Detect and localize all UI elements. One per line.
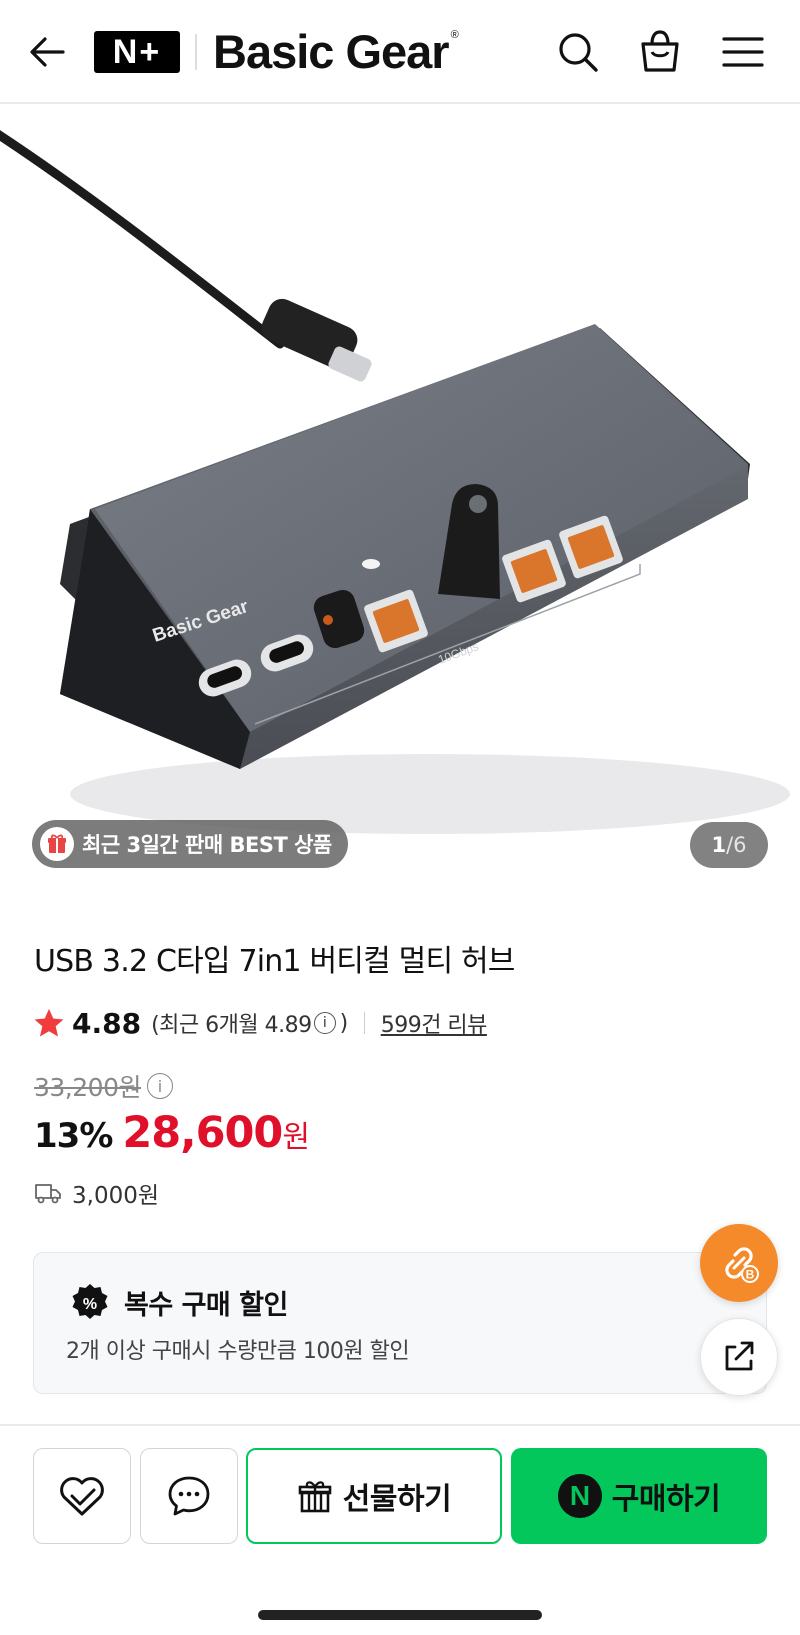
pager-current: 1 — [711, 833, 727, 857]
gift-label: 선물하기 — [342, 1482, 452, 1517]
logo-divider — [195, 34, 197, 70]
buy-button[interactable]: N 구매하기 — [511, 1448, 767, 1544]
svg-text:B: B — [746, 1268, 755, 1282]
back-button[interactable] — [22, 28, 72, 76]
sale-price: 28,600 — [122, 1108, 283, 1158]
product-image-carousel[interactable]: Basic Gear 10Gbps 최근 3일간 판매 BEST 상품 1/6 — [0, 104, 800, 894]
original-price: 33,200원 — [34, 1073, 141, 1102]
share-button[interactable] — [700, 1318, 778, 1396]
product-image: Basic Gear 10Gbps — [0, 130, 790, 834]
registered-mark: ® — [450, 29, 459, 41]
share-icon — [725, 1341, 754, 1371]
shipping-fee: 3,000원 — [72, 1183, 160, 1209]
blog-link-button[interactable]: B — [700, 1224, 778, 1302]
rating-score: 4.88 — [72, 1006, 142, 1040]
svg-text:%: % — [83, 1296, 97, 1313]
review-count-link[interactable]: 599건 리뷰 — [381, 1007, 488, 1039]
divider — [363, 1012, 365, 1034]
sale-price-row: 13% 28,600 원 — [34, 1108, 310, 1158]
pager-separator: / — [726, 833, 734, 857]
star-icon — [34, 1008, 64, 1037]
chat-bubble-icon — [168, 1476, 210, 1516]
gift-button[interactable]: 선물하기 — [246, 1448, 502, 1544]
wishlist-button[interactable] — [33, 1448, 131, 1544]
info-icon[interactable]: i — [313, 1012, 336, 1034]
recent-rating: (최근 6개월 4.89 i) — [151, 1007, 348, 1039]
delivery-truck-icon — [35, 1184, 61, 1204]
pager-total: 6 — [733, 833, 747, 857]
brand-store-name[interactable]: Basic Gear ® — [213, 20, 459, 82]
gift-box-icon — [40, 827, 74, 861]
product-title: USB 3.2 C타입 7in1 버티컬 멀티 허브 — [34, 944, 515, 979]
rating-row: 4.88 (최근 6개월 4.89 i) 599건 리뷰 — [32, 1004, 487, 1042]
original-price-row: 33,200원 i — [34, 1068, 177, 1104]
hamburger-menu-icon — [722, 37, 764, 67]
shopping-bag-icon — [641, 30, 679, 72]
naver-pay-n-icon: N — [557, 1474, 602, 1518]
search-button[interactable] — [552, 26, 604, 78]
naver-plus-logo[interactable]: N+ — [94, 31, 180, 73]
image-pager: 1/6 — [690, 822, 768, 868]
home-indicator[interactable] — [258, 1610, 542, 1620]
shipping-fee-row: 3,000원 — [34, 1176, 159, 1210]
cart-button[interactable] — [634, 24, 686, 78]
recent-rating-text: (최근 6개월 4.89 — [151, 1013, 312, 1038]
back-arrow-icon — [30, 37, 65, 67]
promo-description: 2개 이상 구매시 수량만큼 100원 할인 — [66, 1339, 410, 1364]
recent-rating-close: ) — [339, 1010, 349, 1036]
percent-badge-icon: % — [72, 1284, 108, 1319]
gift-icon — [298, 1481, 332, 1513]
price-info-icon[interactable]: i — [146, 1073, 173, 1099]
top-header: N+ Basic Gear ® — [0, 0, 800, 104]
price-unit: 원 — [282, 1120, 310, 1155]
multi-purchase-discount-box: % 복수 구매 할인 2개 이상 구매시 수량만큼 100원 할인 — [33, 1252, 767, 1394]
buy-label: 구매하기 — [611, 1482, 721, 1517]
logo-text: N+ — [112, 32, 162, 71]
link-b-icon: B — [725, 1247, 759, 1283]
heart-check-icon — [60, 1477, 104, 1516]
brand-name: Basic Gear — [213, 24, 450, 78]
discount-rate: 13% — [34, 1116, 113, 1156]
best-seller-text: 최근 3일간 판매 BEST 상품 — [82, 833, 332, 857]
search-icon — [559, 33, 598, 72]
talk-button[interactable] — [140, 1448, 238, 1544]
menu-button[interactable] — [716, 26, 770, 78]
best-seller-badge: 최근 3일간 판매 BEST 상품 — [32, 820, 348, 868]
promo-title: 복수 구매 할인 — [124, 1290, 288, 1321]
bottom-bar-divider — [0, 1424, 800, 1426]
